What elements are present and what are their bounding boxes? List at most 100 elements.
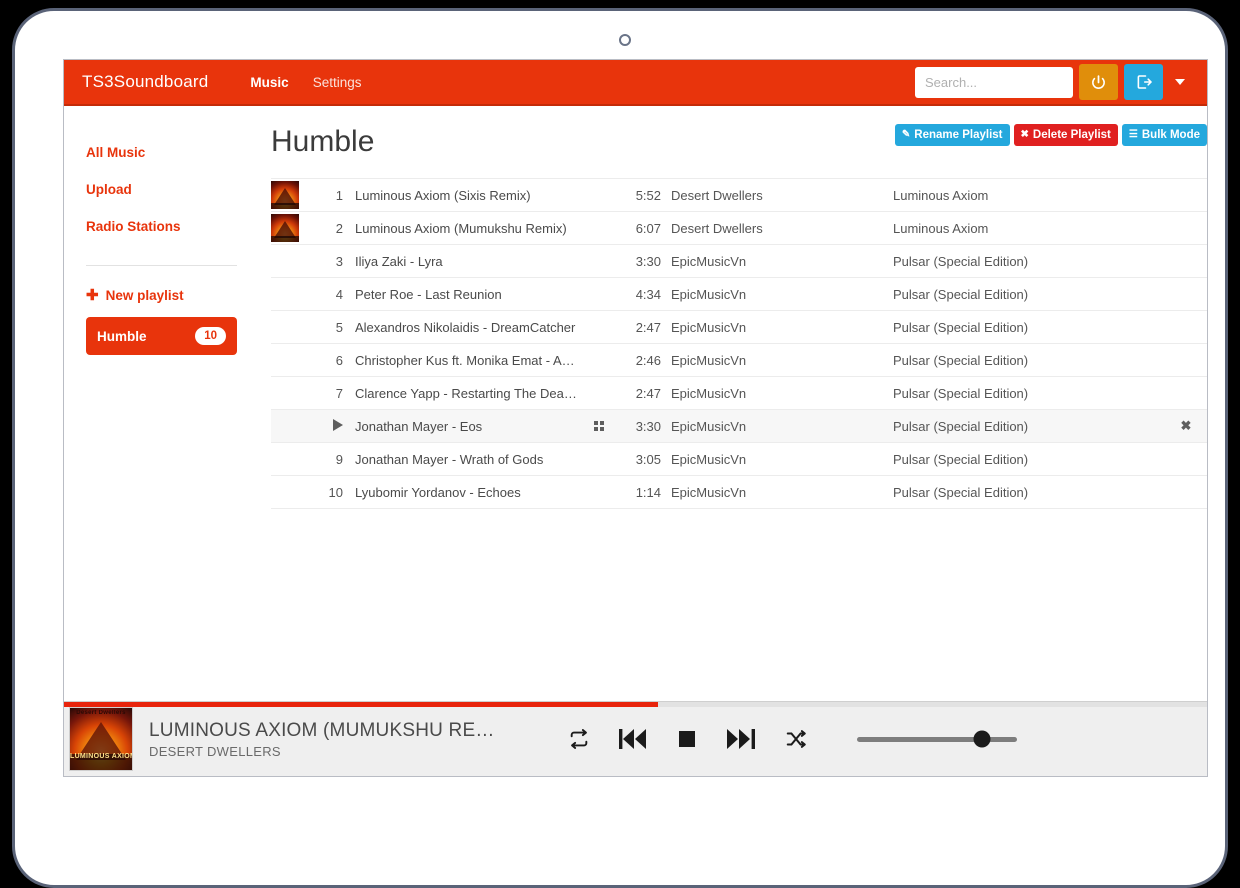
track-artist: Desert Dwellers xyxy=(671,187,763,203)
track-duration: 6:07 xyxy=(635,220,661,236)
rename-playlist-button[interactable]: ✎ Rename Playlist xyxy=(894,124,1010,146)
delete-playlist-button[interactable]: ✖ Delete Playlist xyxy=(1013,124,1118,146)
main-content: Humble ✎ Rename Playlist ✖ Delete Playli… xyxy=(259,106,1207,701)
track-drag-handle-cell[interactable] xyxy=(579,421,619,431)
app-body: All Music Upload Radio Stations ✚ New pl… xyxy=(64,106,1207,701)
track-row[interactable]: 7 Clarence Yapp - Restarting The Dead Pla… xyxy=(271,377,1207,410)
now-playing-artist: DESERT DWELLERS xyxy=(149,743,281,759)
new-playlist-label: New playlist xyxy=(105,288,184,303)
track-number: 10 xyxy=(328,484,343,500)
sidebar-item-upload[interactable]: Upload xyxy=(86,171,237,208)
sidebar-divider xyxy=(86,265,237,266)
bulk-mode-label: Bulk Mode xyxy=(1141,129,1200,141)
sidebar-item-radio-stations[interactable]: Radio Stations xyxy=(86,208,237,245)
track-album: Luminous Axiom xyxy=(893,187,989,203)
track-row[interactable]: 4 Peter Roe - Last Reunion 4:34 EpicMusicVn… xyxy=(271,278,1207,311)
camera-icon xyxy=(619,34,631,46)
track-row[interactable]: 6 Christopher Kus ft. Monika Emat - Asylu… xyxy=(271,344,1207,377)
power-button[interactable] xyxy=(1079,64,1118,100)
new-playlist-button[interactable]: ✚ New playlist xyxy=(86,284,237,317)
playlist-name: Humble xyxy=(97,328,147,344)
volume-handle[interactable] xyxy=(973,730,991,748)
stop-button[interactable] xyxy=(675,727,699,751)
track-number: 3 xyxy=(335,253,343,269)
stop-icon xyxy=(679,731,695,747)
now-playing-title: LUMINOUS AXIOM (MUMUKSHU RE… xyxy=(149,719,495,741)
track-album: Pulsar (Special Edition) xyxy=(893,451,1029,467)
track-row[interactable]: 9 Jonathan Mayer - Wrath of Gods 3:05 EpicM… xyxy=(271,443,1207,476)
track-row[interactable]: 5 Alexandros Nikolaidis - DreamCatcher 2:4… xyxy=(271,311,1207,344)
close-x-icon[interactable]: ✖ xyxy=(1165,418,1207,434)
shuffle-button[interactable] xyxy=(783,728,809,750)
track-row[interactable]: Jonathan Mayer - Eos 3:30 EpicMusicVn Pulsa… xyxy=(271,410,1207,443)
track-album: Pulsar (Special Edition) xyxy=(893,286,1029,302)
bulk-mode-button[interactable]: ☰ Bulk Mode xyxy=(1121,124,1207,146)
track-number: 6 xyxy=(335,352,343,368)
nav-link-settings[interactable]: Settings xyxy=(301,69,374,96)
playback-progress-bar[interactable] xyxy=(64,702,1207,707)
track-number: 2 xyxy=(335,220,343,236)
track-artist: Desert Dwellers xyxy=(671,220,763,236)
track-row[interactable]: 1 Luminous Axiom (Sixis Remix) 5:52 Desert … xyxy=(271,179,1207,212)
close-x-icon: ✖ xyxy=(1020,129,1029,140)
track-title: Luminous Axiom (Mumukshu Remix) xyxy=(355,220,567,236)
logout-button[interactable] xyxy=(1124,64,1163,100)
track-artist: EpicMusicVn xyxy=(671,451,747,467)
track-play-button[interactable] xyxy=(309,418,353,434)
power-icon xyxy=(1092,74,1105,89)
track-artist: EpicMusicVn xyxy=(671,319,747,335)
track-album: Pulsar (Special Edition) xyxy=(893,319,1029,335)
track-artist: EpicMusicVn xyxy=(671,385,747,401)
track-title: Peter Roe - Last Reunion xyxy=(355,286,502,302)
track-artist: EpicMusicVn xyxy=(671,286,747,302)
track-row[interactable]: 2 Luminous Axiom (Mumukshu Remix) 6:07 Dese… xyxy=(271,212,1207,245)
track-row[interactable]: 10 Lyubomir Yordanov - Echoes 1:14 EpicMusi… xyxy=(271,476,1207,509)
track-duration: 3:30 xyxy=(635,253,661,269)
album-art-bottom-text: LUMINOUS AXIOM xyxy=(70,753,132,760)
next-icon xyxy=(727,729,755,749)
track-album: Pulsar (Special Edition) xyxy=(893,385,1029,401)
repeat-button[interactable] xyxy=(567,728,591,750)
page-title: Humble xyxy=(271,125,375,158)
next-button[interactable] xyxy=(725,725,757,753)
track-artist: EpicMusicVn xyxy=(671,484,747,500)
track-number: 1 xyxy=(335,187,343,203)
previous-icon xyxy=(619,729,646,749)
repeat-icon xyxy=(570,729,588,749)
nav-link-music[interactable]: Music xyxy=(238,69,300,96)
logout-icon xyxy=(1137,75,1152,89)
list-icon: ☰ xyxy=(1128,129,1138,140)
track-duration: 2:47 xyxy=(635,319,661,335)
track-title: Jonathan Mayer - Eos xyxy=(355,418,483,434)
tablet-device-frame: TS3Soundboard Music Settings Search... A… xyxy=(12,8,1228,888)
top-navbar: TS3Soundboard Music Settings xyxy=(64,60,1207,106)
sidebar-playlist-humble[interactable]: Humble 10 xyxy=(86,317,237,355)
track-title: Jonathan Mayer - Wrath of Gods xyxy=(355,451,544,467)
track-duration: 4:34 xyxy=(635,286,661,302)
track-number: 5 xyxy=(335,319,343,335)
track-row[interactable]: 3 Iliya Zaki - Lyra 3:30 EpicMusicVn Pulsar … xyxy=(271,245,1207,278)
track-title: Lyubomir Yordanov - Echoes xyxy=(355,484,521,500)
shuffle-icon xyxy=(786,730,806,748)
track-album: Luminous Axiom xyxy=(893,220,989,236)
volume-slider[interactable] xyxy=(857,730,1017,748)
track-title: Luminous Axiom (Sixis Remix) xyxy=(355,187,531,203)
track-number: 7 xyxy=(335,385,343,401)
app-brand[interactable]: TS3Soundboard xyxy=(82,72,208,92)
previous-button[interactable] xyxy=(617,725,649,753)
transport-controls xyxy=(567,725,809,753)
track-album-art-cell xyxy=(271,214,309,242)
track-duration: 3:30 xyxy=(635,418,661,434)
track-number: 4 xyxy=(335,286,343,302)
playback-progress-fill xyxy=(64,702,659,707)
player-bar: Desert Dwellers LUMINOUS AXIOM LUMINOUS … xyxy=(64,701,1207,776)
pencil-square-icon: ✎ xyxy=(901,129,911,140)
sidebar-item-all-music[interactable]: All Music xyxy=(86,134,237,171)
track-number: 9 xyxy=(335,451,343,467)
search-input[interactable] xyxy=(915,66,1073,98)
now-playing-album-art: Desert Dwellers LUMINOUS AXIOM xyxy=(69,707,133,771)
user-menu-button[interactable] xyxy=(1167,64,1193,100)
rename-playlist-label: Rename Playlist xyxy=(914,129,1003,141)
track-duration: 1:14 xyxy=(635,484,661,500)
album-art-top-text: Desert Dwellers xyxy=(76,710,126,716)
